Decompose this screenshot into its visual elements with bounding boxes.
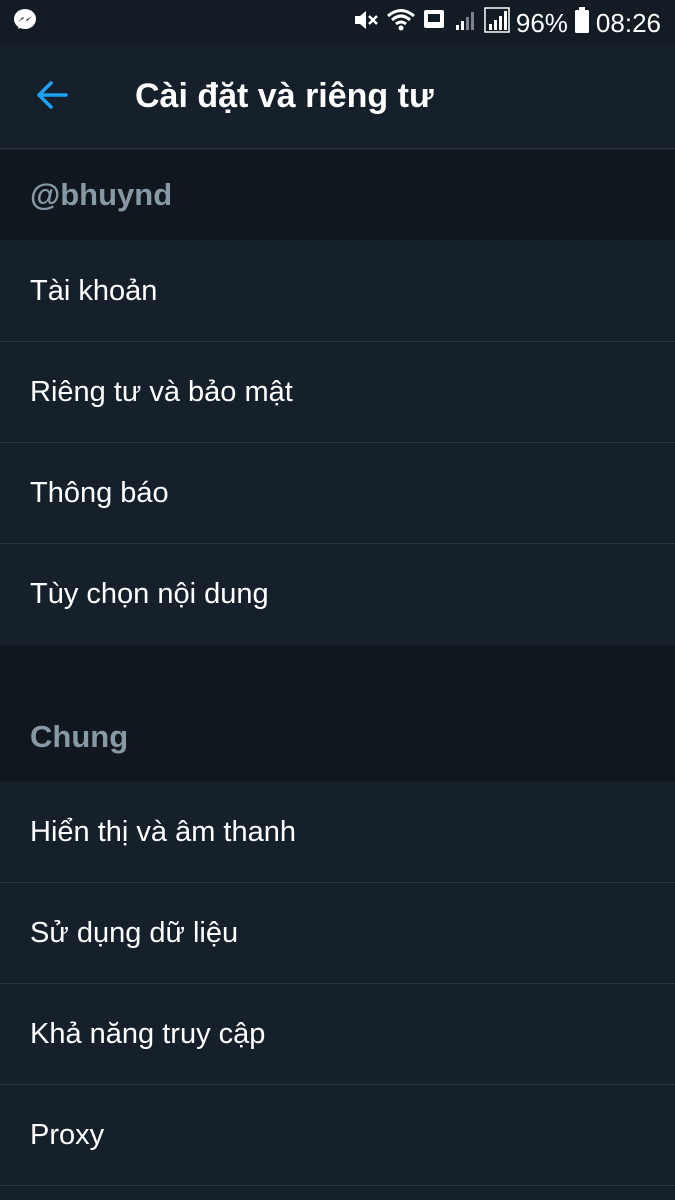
signal-icon — [452, 7, 478, 38]
status-right: 96% 08:26 — [352, 6, 661, 39]
messenger-icon — [12, 7, 38, 38]
mute-icon — [352, 7, 380, 38]
app-bar: Cài đặt và riêng tư — [0, 45, 675, 149]
section-divider — [0, 646, 675, 692]
settings-item-proxy[interactable]: Proxy — [0, 1085, 675, 1186]
page-title: Cài đặt và riêng tư — [135, 77, 434, 115]
battery-percent: 96% — [515, 7, 568, 38]
section-header-general: Chung — [0, 692, 675, 782]
section-header-account: @bhuynd — [0, 150, 675, 240]
settings-item-display-sound[interactable]: Hiển thị và âm thanh — [0, 782, 675, 883]
settings-item-account[interactable]: Tài khoản — [0, 241, 675, 342]
settings-item-accessibility[interactable]: Khả năng truy cập — [0, 984, 675, 1085]
status-left — [12, 7, 38, 38]
arrow-left-icon — [35, 80, 69, 115]
settings-item-data-usage[interactable]: Sử dụng dữ liệu — [0, 883, 675, 984]
back-button[interactable] — [24, 71, 80, 123]
settings-item-privacy-security[interactable]: Riêng tư và bảo mật — [0, 342, 675, 443]
settings-item-content-preferences[interactable]: Tùy chọn nội dung — [0, 544, 675, 645]
notification-icon — [422, 7, 446, 38]
wifi-icon — [386, 7, 416, 38]
status-bar: 96% 08:26 — [0, 0, 675, 45]
clock: 08:26 — [595, 7, 661, 38]
signal-icon — [484, 7, 510, 38]
settings-item-notifications[interactable]: Thông báo — [0, 443, 675, 544]
battery-icon — [574, 6, 590, 39]
